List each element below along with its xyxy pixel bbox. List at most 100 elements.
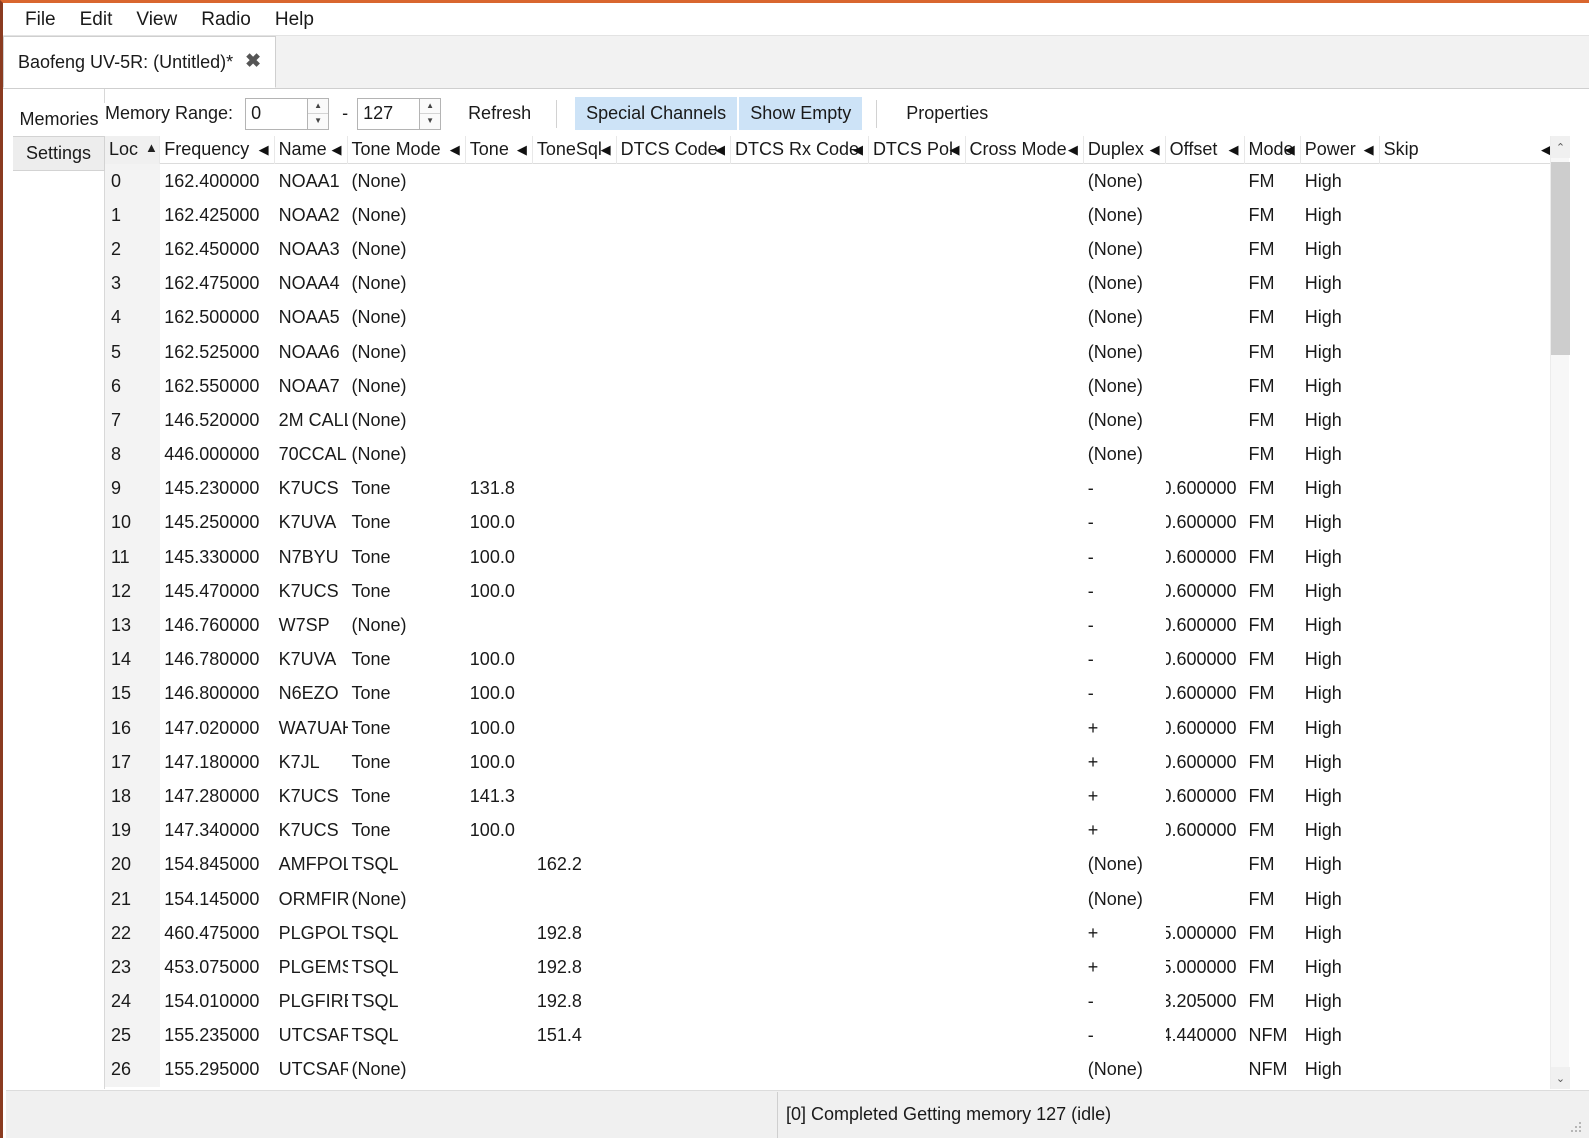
- cell-skip[interactable]: [1380, 711, 1557, 745]
- cell-cross[interactable]: [966, 198, 1084, 232]
- cell-offset[interactable]: 0.600000: [1166, 643, 1245, 677]
- cell-loc[interactable]: 23: [105, 950, 161, 985]
- cell-name[interactable]: PLGEMS: [275, 950, 348, 984]
- cell-tone[interactable]: [466, 232, 533, 266]
- cell-skip[interactable]: [1380, 369, 1557, 403]
- cell-freq[interactable]: 162.425000: [160, 198, 274, 232]
- cell-dtcs[interactable]: [617, 198, 731, 232]
- cell-skip[interactable]: [1380, 267, 1557, 301]
- cell-offset[interactable]: [1166, 198, 1245, 232]
- cell-tmode[interactable]: (None): [348, 164, 466, 198]
- cell-duplex[interactable]: -: [1084, 643, 1166, 677]
- cell-tsql[interactable]: [533, 369, 617, 403]
- cell-tsql[interactable]: 192.8: [533, 985, 617, 1019]
- column-menu-icon[interactable]: ◀: [450, 142, 460, 158]
- cell-tone[interactable]: [466, 301, 533, 335]
- cell-dtcs[interactable]: [617, 779, 731, 813]
- cell-power[interactable]: High: [1301, 916, 1380, 950]
- table-row[interactable]: 4 162.500000 NOAA5 (None) (None) FM High: [105, 300, 1557, 335]
- cell-duplex[interactable]: (None): [1084, 403, 1166, 437]
- cell-name[interactable]: K7UCS: [275, 814, 348, 848]
- cell-tmode[interactable]: (None): [348, 301, 466, 335]
- cell-dtcs[interactable]: [617, 916, 731, 950]
- cell-freq[interactable]: 147.180000: [160, 745, 274, 779]
- cell-cross[interactable]: [966, 814, 1084, 848]
- cell-tmode[interactable]: Tone: [348, 472, 466, 506]
- column-header-mode[interactable]: Mode ◀: [1245, 136, 1301, 164]
- cell-dtcsrx[interactable]: [731, 335, 869, 369]
- table-row[interactable]: 7 146.520000 2M CALL (None) (None) FM High: [105, 403, 1557, 438]
- cell-cross[interactable]: [966, 369, 1084, 403]
- cell-skip[interactable]: [1380, 1019, 1557, 1053]
- cell-power[interactable]: High: [1301, 232, 1380, 266]
- cell-tsql[interactable]: [533, 1053, 617, 1087]
- cell-dtcsrx[interactable]: [731, 882, 869, 916]
- cell-freq[interactable]: 460.475000: [160, 916, 274, 950]
- cell-power[interactable]: High: [1301, 848, 1380, 882]
- cell-cross[interactable]: [966, 403, 1084, 437]
- cell-power[interactable]: High: [1301, 472, 1380, 506]
- cell-loc[interactable]: 19: [105, 813, 161, 848]
- cell-tsql[interactable]: [533, 882, 617, 916]
- cell-freq[interactable]: 446.000000: [160, 438, 274, 472]
- table-row[interactable]: 22 460.475000 PLGPOL TSQL 192.8 +5.000000 FM Hi…: [105, 916, 1557, 951]
- table-row[interactable]: 18 147.280000 K7UCS Tone 141.3 +0.600000 FM Hig…: [105, 779, 1557, 814]
- cell-loc[interactable]: 14: [105, 642, 161, 677]
- spin-up-icon[interactable]: ▲: [420, 99, 441, 114]
- cell-freq[interactable]: 146.800000: [160, 677, 274, 711]
- menu-view[interactable]: View: [125, 8, 190, 31]
- cell-mode[interactable]: FM: [1245, 711, 1301, 745]
- special-channels-button[interactable]: Special Channels: [575, 97, 738, 130]
- cell-name[interactable]: ORMFIRE: [275, 882, 348, 916]
- table-row[interactable]: 9 145.230000 K7UCS Tone 131.8 -0.600000 FM High: [105, 471, 1557, 506]
- cell-skip[interactable]: [1380, 643, 1557, 677]
- cell-freq[interactable]: 147.340000: [160, 814, 274, 848]
- cell-dtcsrx[interactable]: [731, 814, 869, 848]
- memory-range-end-input[interactable]: [357, 97, 420, 130]
- cell-power[interactable]: High: [1301, 882, 1380, 916]
- cell-freq[interactable]: 146.780000: [160, 643, 274, 677]
- menu-help[interactable]: Help: [264, 8, 327, 31]
- cell-skip[interactable]: [1380, 472, 1557, 506]
- spin-down-icon[interactable]: ▼: [308, 114, 328, 129]
- cell-offset[interactable]: [1166, 267, 1245, 301]
- cell-tmode[interactable]: (None): [348, 608, 466, 642]
- table-row[interactable]: 0 162.400000 NOAA1 (None) (None) FM High: [105, 164, 1557, 199]
- cell-name[interactable]: K7UCS: [275, 574, 348, 608]
- cell-offset[interactable]: 0.600000: [1166, 779, 1245, 813]
- cell-tone[interactable]: [466, 335, 533, 369]
- cell-freq[interactable]: 154.145000: [160, 882, 274, 916]
- cell-freq[interactable]: 162.550000: [160, 369, 274, 403]
- cell-duplex[interactable]: +: [1084, 814, 1166, 848]
- cell-skip[interactable]: [1380, 540, 1557, 574]
- cell-loc[interactable]: 15: [105, 676, 161, 711]
- cell-name[interactable]: AMFPOL: [275, 848, 348, 882]
- cell-offset[interactable]: 0.600000: [1166, 814, 1245, 848]
- cell-mode[interactable]: FM: [1245, 267, 1301, 301]
- table-row[interactable]: 14 146.780000 K7UVA Tone 100.0 -0.600000 FM Hig…: [105, 642, 1557, 677]
- cell-loc[interactable]: 8: [105, 437, 161, 472]
- cell-tsql[interactable]: [533, 711, 617, 745]
- cell-skip[interactable]: [1380, 985, 1557, 1019]
- cell-name[interactable]: NOAA1: [275, 164, 348, 198]
- column-menu-icon[interactable]: ◀: [1150, 142, 1160, 158]
- cell-dtcsrx[interactable]: [731, 267, 869, 301]
- cell-tsql[interactable]: [533, 574, 617, 608]
- cell-power[interactable]: High: [1301, 950, 1380, 984]
- cell-skip[interactable]: [1380, 574, 1557, 608]
- cell-tmode[interactable]: TSQL: [348, 916, 466, 950]
- cell-name[interactable]: K7UVA: [275, 643, 348, 677]
- cell-loc[interactable]: 13: [105, 608, 161, 643]
- cell-dtcspol[interactable]: [869, 985, 966, 1019]
- cell-tmode[interactable]: TSQL: [348, 848, 466, 882]
- cell-name[interactable]: NOAA2: [275, 198, 348, 232]
- cell-offset[interactable]: [1166, 232, 1245, 266]
- cell-loc[interactable]: 17: [105, 745, 161, 780]
- column-header-dtcs[interactable]: DTCS Code ◀: [617, 136, 731, 164]
- cell-power[interactable]: High: [1301, 403, 1380, 437]
- cell-dtcspol[interactable]: [869, 608, 966, 642]
- cell-power[interactable]: High: [1301, 711, 1380, 745]
- cell-loc[interactable]: 22: [105, 916, 161, 951]
- cell-tone[interactable]: [466, 916, 533, 950]
- memory-range-start-input[interactable]: [245, 97, 308, 130]
